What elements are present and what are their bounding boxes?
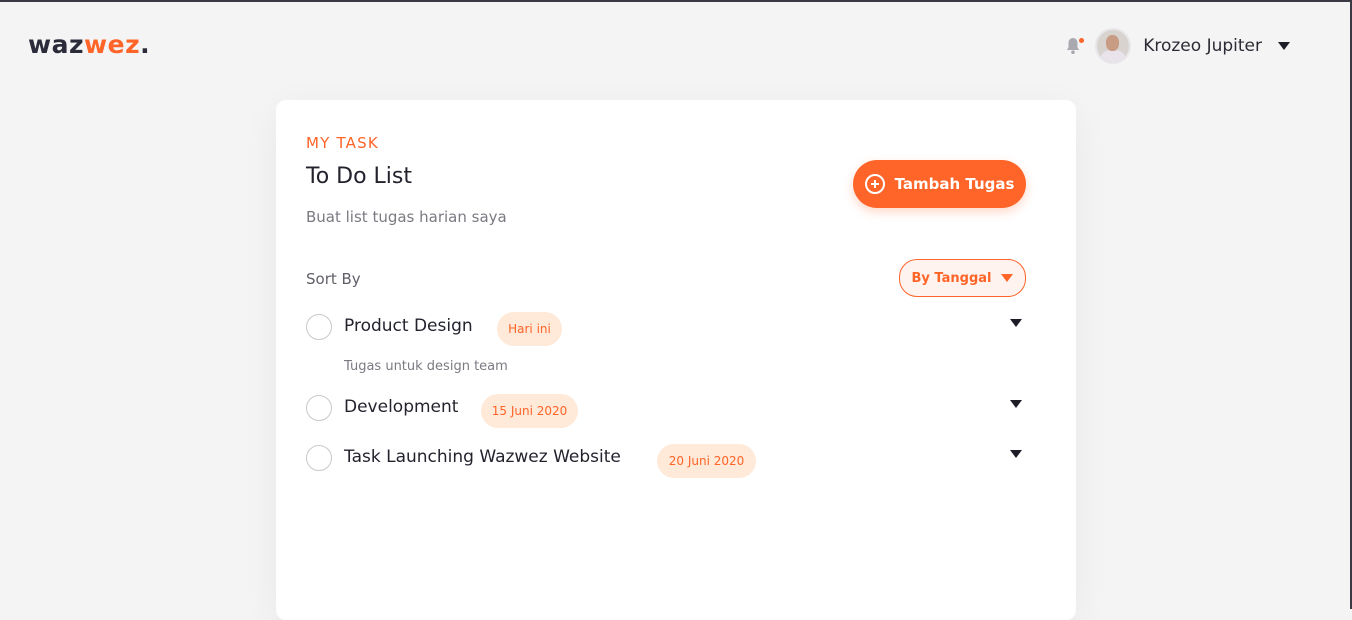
logo-part-1: waz bbox=[28, 30, 85, 59]
avatar[interactable] bbox=[1095, 28, 1132, 64]
sort-value: By Tanggal bbox=[911, 270, 992, 286]
task-checkbox[interactable] bbox=[306, 445, 332, 471]
task-item: Product Design Hari ini Tugas untuk desi… bbox=[306, 312, 1026, 392]
notification-dot bbox=[1079, 38, 1085, 43]
section-eyebrow: MY TASK bbox=[306, 134, 379, 152]
bell-icon[interactable] bbox=[1065, 37, 1085, 55]
task-item: Task Launching Wazwez Website 20 Juni 20… bbox=[306, 444, 1026, 480]
task-date-badge: 15 Juni 2020 bbox=[481, 394, 578, 428]
add-task-label: Tambah Tugas bbox=[894, 175, 1015, 193]
sort-dropdown[interactable]: By Tanggal bbox=[899, 259, 1026, 297]
page-title: To Do List bbox=[306, 164, 413, 189]
plus-circle-icon bbox=[864, 174, 885, 194]
task-checkbox[interactable] bbox=[306, 395, 332, 421]
task-description: Tugas untuk design team bbox=[344, 359, 508, 374]
task-name[interactable]: Development bbox=[344, 397, 458, 417]
caret-down-icon[interactable] bbox=[1278, 42, 1290, 50]
task-name[interactable]: Product Design bbox=[344, 316, 473, 336]
page-subtitle: Buat list tugas harian saya bbox=[306, 208, 507, 226]
logo-part-2: wez bbox=[84, 30, 141, 59]
task-checkbox[interactable] bbox=[306, 314, 332, 340]
todo-card: MY TASK To Do List Buat list tugas haria… bbox=[276, 100, 1076, 620]
user-menu: Krozeo Jupiter bbox=[1065, 28, 1290, 64]
user-name[interactable]: Krozeo Jupiter bbox=[1143, 36, 1262, 56]
brand-logo[interactable]: wazwez. bbox=[28, 30, 150, 59]
task-date-badge: 20 Juni 2020 bbox=[657, 444, 756, 478]
window-top-border bbox=[0, 0, 1352, 2]
caret-down-icon bbox=[1001, 274, 1014, 282]
avatar-face-shape bbox=[1106, 35, 1120, 51]
add-task-button[interactable]: Tambah Tugas bbox=[853, 160, 1026, 208]
caret-down-icon[interactable] bbox=[1010, 319, 1022, 327]
logo-dot: . bbox=[140, 30, 151, 59]
caret-down-icon[interactable] bbox=[1010, 450, 1022, 458]
task-item: Development 15 Juni 2020 bbox=[306, 394, 1026, 430]
task-date-badge: Hari ini bbox=[497, 312, 562, 346]
task-name[interactable]: Task Launching Wazwez Website bbox=[344, 447, 621, 467]
avatar-body-shape bbox=[1101, 50, 1126, 62]
sort-label: Sort By bbox=[306, 270, 361, 288]
caret-down-icon[interactable] bbox=[1010, 400, 1022, 408]
